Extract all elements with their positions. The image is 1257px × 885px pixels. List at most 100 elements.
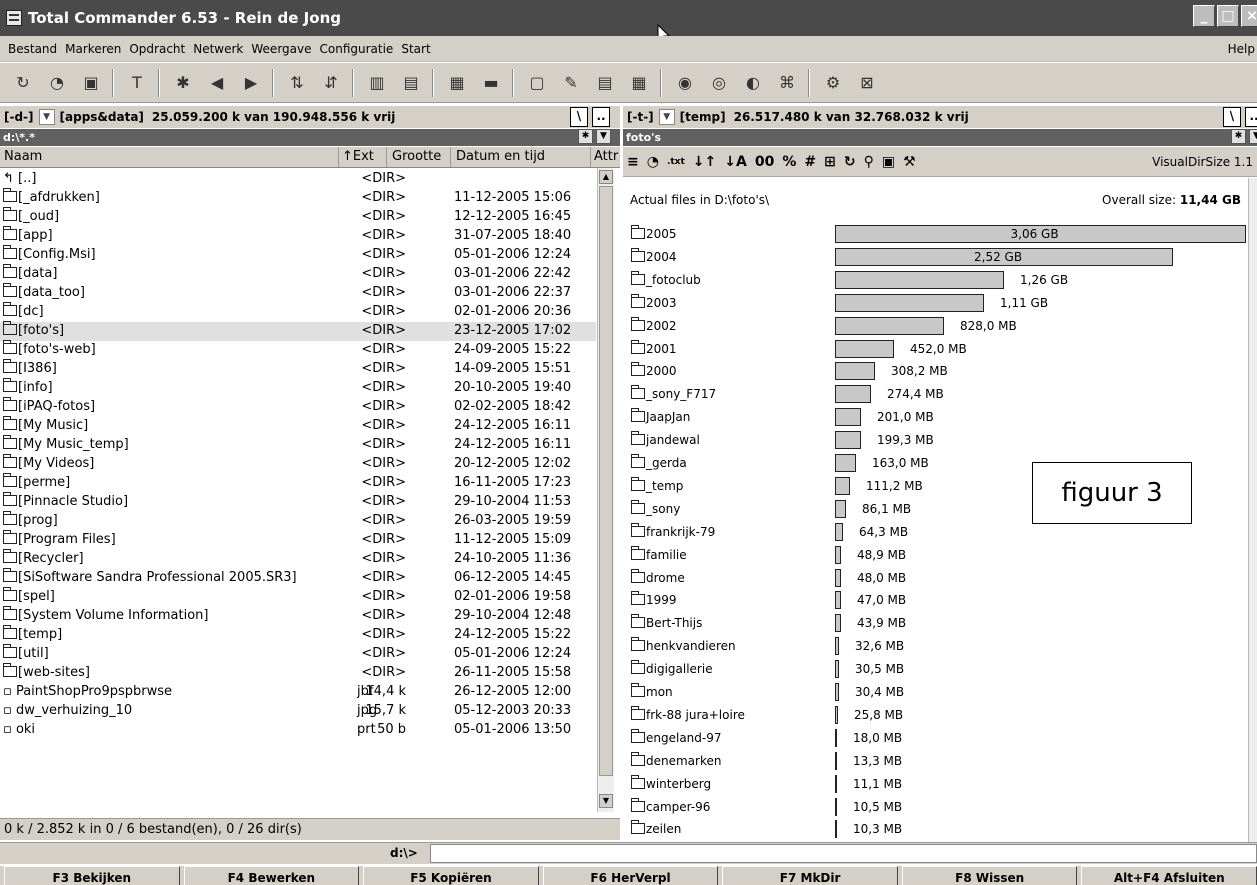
file-row[interactable]: [My Music_temp] <DIR> 24-12-2005 16:11 bbox=[0, 435, 596, 455]
folder-size-row[interactable]: frk-88 jura+loire 25,8 MB bbox=[623, 704, 1247, 726]
file-row[interactable]: [iPAQ-fotos] <DIR> 02-02-2005 18:42 bbox=[0, 397, 596, 417]
file-row[interactable]: [System Volume Information] <DIR> 29-10-20… bbox=[0, 606, 596, 626]
file-types-icon[interactable]: .txt bbox=[667, 157, 685, 167]
app-icon[interactable] bbox=[6, 10, 22, 26]
file-row[interactable]: [util] <DIR> 05-01-2006 12:24 bbox=[0, 644, 596, 664]
right-history-star-icon[interactable]: ✱ bbox=[1231, 129, 1246, 144]
column-size[interactable]: Grootte bbox=[392, 149, 441, 164]
altf4-exit-button[interactable]: Alt+F4 Afsluiten bbox=[1081, 866, 1257, 885]
column-name[interactable]: Naam bbox=[4, 149, 42, 164]
folder-size-row[interactable]: Bert-Thijs 43,9 MB bbox=[623, 612, 1247, 634]
notepad-icon[interactable]: ▢ bbox=[524, 70, 550, 96]
file-row[interactable]: ▫ PaintShopPro9pspbrwse jbf 14,4 k 26-12-20… bbox=[0, 683, 596, 702]
folder-size-row[interactable]: 2001 452,0 MB bbox=[623, 338, 1247, 360]
file-row[interactable]: [Program Files] <DIR> 11-12-2005 15:09 bbox=[0, 530, 596, 550]
left-parent-button[interactable]: .. bbox=[592, 107, 610, 127]
tree-icon[interactable]: ⊞ bbox=[824, 154, 836, 170]
tool-icon[interactable]: ✎ bbox=[558, 70, 584, 96]
menu-start[interactable]: Start bbox=[401, 42, 430, 56]
count-icon[interactable]: # bbox=[804, 154, 816, 170]
unpack-files-icon[interactable]: ▤ bbox=[398, 70, 424, 96]
folder-size-row[interactable]: engeland-97 18,0 MB bbox=[623, 727, 1247, 749]
menu-markeren[interactable]: Markeren bbox=[65, 42, 121, 56]
menu-help[interactable]: Help bbox=[1228, 42, 1255, 56]
right-drive-dropdown-icon[interactable]: ▼ bbox=[658, 109, 675, 125]
bar-view-icon[interactable]: ≡ bbox=[627, 154, 639, 170]
column-attr[interactable]: Attr bbox=[594, 149, 618, 164]
f5-copy-button[interactable]: F5 Kopiëren bbox=[363, 866, 539, 885]
left-history-dropdown-icon[interactable]: ▼ bbox=[596, 129, 611, 144]
left-scrollbar[interactable]: ▲ ▼ bbox=[597, 168, 614, 812]
file-row[interactable]: [data_too] <DIR> 03-01-2006 22:37 bbox=[0, 283, 596, 303]
right-root-button[interactable]: \ bbox=[1223, 107, 1241, 127]
file-row[interactable]: [app] <DIR> 31-07-2005 18:40 bbox=[0, 226, 596, 246]
command-prompt-icon[interactable]: ▬ bbox=[478, 70, 504, 96]
left-scroll-thumb[interactable] bbox=[599, 186, 613, 776]
folder-size-row[interactable]: _fotoclub 1,26 GB bbox=[623, 269, 1247, 291]
folder-size-row[interactable]: drome 48,0 MB bbox=[623, 567, 1247, 589]
f8-delete-button[interactable]: F8 Wissen bbox=[901, 866, 1078, 885]
sort-name-icon[interactable]: ↓A bbox=[724, 154, 747, 170]
settings-icon[interactable]: ⚙ bbox=[820, 70, 846, 96]
menu-bestand[interactable]: Bestand bbox=[8, 42, 57, 56]
column-ext[interactable]: ↑Ext bbox=[342, 149, 374, 164]
decimals-icon[interactable]: 00 bbox=[755, 154, 774, 170]
folder-size-row[interactable]: JaapJan 201,0 MB bbox=[623, 406, 1247, 428]
browser-icon[interactable]: ◐ bbox=[740, 70, 766, 96]
folder-size-row[interactable]: 2003 1,11 GB bbox=[623, 292, 1247, 314]
close-button[interactable]: × bbox=[1241, 5, 1257, 27]
folder-size-row[interactable]: _sony_F717 274,4 MB bbox=[623, 383, 1247, 405]
rescan-icon[interactable]: ↻ bbox=[844, 154, 856, 170]
percent-icon[interactable]: % bbox=[782, 154, 796, 170]
minimize-button[interactable]: _ bbox=[1193, 5, 1215, 27]
folder-size-row[interactable]: 1999 47,0 MB bbox=[623, 589, 1247, 611]
left-drive-dropdown-icon[interactable]: ▼ bbox=[38, 109, 55, 125]
forward-arrow-icon[interactable]: ▶ bbox=[238, 70, 264, 96]
column-date[interactable]: Datum en tijd bbox=[456, 149, 545, 164]
image-viewer-icon[interactable]: ⊠ bbox=[854, 70, 880, 96]
folder-size-row[interactable]: 2002 828,0 MB bbox=[623, 315, 1247, 337]
right-parent-button[interactable]: .. bbox=[1245, 107, 1257, 127]
file-row[interactable]: [foto's-web] <DIR> 24-09-2005 15:22 bbox=[0, 340, 596, 360]
folder-size-row[interactable]: winterberg 11,1 MB bbox=[623, 773, 1247, 795]
folder-size-row[interactable]: jandewal 199,3 MB bbox=[623, 429, 1247, 451]
zoom-icon[interactable]: ⚲ bbox=[864, 154, 874, 170]
menu-configuratie[interactable]: Configuratie bbox=[320, 42, 394, 56]
menu-opdracht[interactable]: Opdracht bbox=[129, 42, 185, 56]
menu-netwerk[interactable]: Netwerk bbox=[193, 42, 243, 56]
right-scrollbar[interactable] bbox=[1248, 178, 1257, 842]
folder-size-row[interactable]: zeilen 10,3 MB bbox=[623, 818, 1247, 840]
cd-icon[interactable]: ◉ bbox=[672, 70, 698, 96]
sort-size-icon[interactable]: ↓↑ bbox=[693, 154, 716, 170]
file-row[interactable]: [temp] <DIR> 24-12-2005 15:22 bbox=[0, 625, 596, 645]
left-file-list[interactable]: ↰ [..] <DIR> [_afdrukken] <DIR> 11-12-2005 1… bbox=[0, 168, 596, 812]
f3-view-button[interactable]: F3 Bekijken bbox=[4, 866, 180, 885]
file-row[interactable]: [perme] <DIR> 16-11-2005 17:23 bbox=[0, 473, 596, 493]
back-arrow-icon[interactable]: ◀ bbox=[204, 70, 230, 96]
disk-icon[interactable]: ▦ bbox=[626, 70, 652, 96]
view-mode-icon[interactable]: ◔ bbox=[44, 70, 70, 96]
right-history-dropdown-icon[interactable]: ▼ bbox=[1249, 129, 1257, 144]
pie-view-icon[interactable]: ◔ bbox=[647, 154, 659, 170]
file-row[interactable]: [Config.Msi] <DIR> 05-01-2006 12:24 bbox=[0, 245, 596, 265]
folder-size-row[interactable]: 2004 2,52 GB bbox=[623, 246, 1247, 268]
file-row[interactable]: ▫ dw_verhuizing_10 jpg 15,7 k 05-12-2003 20… bbox=[0, 702, 596, 721]
file-row[interactable]: [web-sites] <DIR> 26-11-2005 15:58 bbox=[0, 663, 596, 683]
command-input[interactable] bbox=[430, 844, 1257, 863]
thumbnail-view-icon[interactable]: ▣ bbox=[78, 70, 104, 96]
folder-size-row[interactable]: familie 48,9 MB bbox=[623, 544, 1247, 566]
scroll-down-icon[interactable]: ▼ bbox=[599, 794, 613, 808]
pack-files-icon[interactable]: ▥ bbox=[364, 70, 390, 96]
file-row[interactable]: [spel] <DIR> 02-01-2006 19:58 bbox=[0, 587, 596, 607]
file-row[interactable]: [My Videos] <DIR> 20-12-2005 12:02 bbox=[0, 454, 596, 474]
file-row[interactable]: [prog] <DIR> 26-03-2005 19:59 bbox=[0, 511, 596, 531]
scroll-up-icon[interactable]: ▲ bbox=[599, 170, 613, 184]
invert-selection-icon[interactable]: ✱ bbox=[170, 70, 196, 96]
folder-size-row[interactable]: 2005 3,06 GB bbox=[623, 223, 1247, 245]
calculator-icon[interactable]: ▤ bbox=[592, 70, 618, 96]
menu-weergave[interactable]: Weergave bbox=[251, 42, 311, 56]
multi-rename-icon[interactable]: ▦ bbox=[444, 70, 470, 96]
f4-edit-button[interactable]: F4 Bewerken bbox=[183, 866, 360, 885]
folder-size-row[interactable]: henkvandieren 32,6 MB bbox=[623, 635, 1247, 657]
folder-size-row[interactable]: denemarken 13,3 MB bbox=[623, 750, 1247, 772]
